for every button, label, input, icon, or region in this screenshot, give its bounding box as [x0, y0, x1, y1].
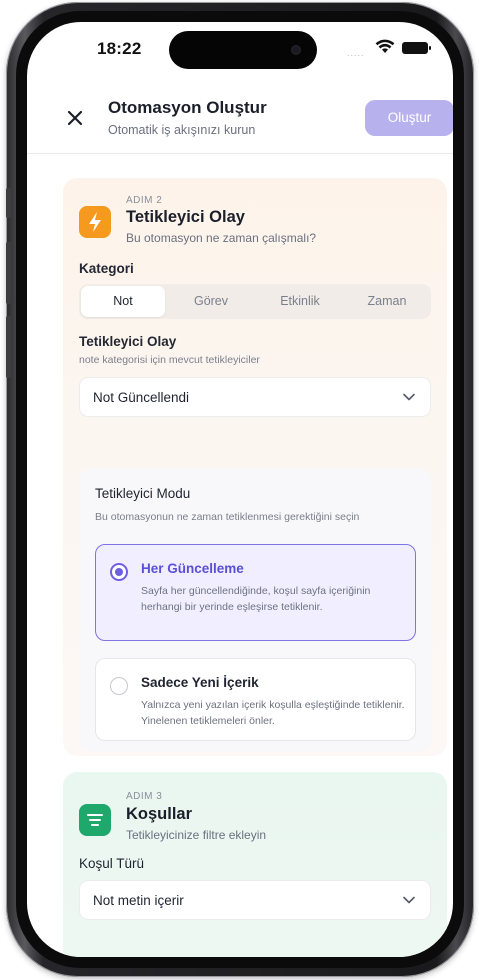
- radio-every-update[interactable]: [110, 563, 128, 581]
- step3-card: ADIM 3 Koşullar Tetikleyicinize filtre e…: [63, 772, 447, 957]
- step2-title: Tetikleyici Olay: [126, 208, 245, 226]
- step2-card: ADIM 2 Tetikleyici Olay Bu otomasyon ne …: [63, 178, 447, 756]
- trigger-mode-title: Tetikleyici Modu: [95, 486, 191, 501]
- mute-switch: [6, 188, 11, 218]
- page-title: Otomasyon Oluştur: [108, 98, 267, 117]
- tab-gorev[interactable]: Görev: [169, 286, 253, 317]
- dynamic-island: [169, 31, 317, 69]
- step2-label: ADIM 2: [126, 195, 163, 206]
- header: Otomasyon Oluştur Otomatik iş akışınızı …: [27, 86, 453, 154]
- option-every-update-desc: Sayfa her güncellendiğinde, koşul sayfa …: [141, 585, 371, 613]
- trigger-mode-box: Tetikleyici Modu Bu otomasyonun ne zaman…: [79, 468, 431, 752]
- create-button[interactable]: Oluştur: [365, 100, 453, 136]
- filter-lines-icon: [87, 814, 103, 826]
- radio-new-content[interactable]: [110, 677, 128, 695]
- status-bar: 18:22 .....: [27, 22, 453, 82]
- cellular-signal-icon: .....: [347, 48, 365, 58]
- lightning-icon: [89, 212, 101, 232]
- battery-icon: [402, 42, 431, 54]
- chevron-down-icon: [403, 896, 415, 904]
- page-subtitle: Otomatik iş akışınızı kurun: [108, 123, 256, 137]
- trigger-label: Tetikleyici Olay: [79, 334, 177, 349]
- status-time: 18:22: [97, 39, 142, 58]
- condition-type-label: Koşul Türü: [79, 856, 145, 871]
- step3-subtitle: Tetikleyicinize filtre ekleyin: [126, 828, 267, 842]
- camera-icon: [291, 45, 301, 55]
- option-new-content-title: Sadece Yeni İçerik: [141, 675, 259, 690]
- step2-subtitle: Bu otomasyon ne zaman çalışmalı?: [126, 231, 317, 245]
- volume-down-button: [6, 316, 11, 378]
- close-icon[interactable]: [65, 108, 85, 128]
- trigger-select-value: Not Güncellendi: [93, 390, 190, 405]
- step3-label: ADIM 3: [126, 791, 163, 802]
- screen: 18:22 ..... Otomasyon Oluştur Otomatik i…: [27, 22, 453, 957]
- category-label: Kategori: [79, 261, 134, 276]
- condition-type-select[interactable]: Not metin içerir: [79, 880, 431, 920]
- step2-icon-badge: [79, 206, 111, 238]
- category-segmented-control: Not Görev Etkinlik Zaman: [79, 284, 431, 319]
- wifi-icon: [375, 39, 395, 53]
- option-every-update-title: Her Güncelleme: [141, 561, 244, 576]
- tab-zaman[interactable]: Zaman: [345, 286, 429, 317]
- option-new-content[interactable]: Sadece Yeni İçerik Yalnızca yeni yazılan…: [95, 658, 416, 741]
- step3-icon-badge: [79, 804, 111, 836]
- trigger-mode-hint: Bu otomasyonun ne zaman tetiklenmesi ger…: [95, 511, 360, 523]
- tab-not[interactable]: Not: [81, 286, 165, 317]
- trigger-select[interactable]: Not Güncellendi: [79, 377, 431, 417]
- tab-etkinlik[interactable]: Etkinlik: [257, 286, 343, 317]
- volume-up-button: [6, 242, 11, 304]
- step3-title: Koşullar: [126, 805, 193, 823]
- option-new-content-desc: Yalnızca yeni yazılan içerik koşulla eşl…: [141, 699, 405, 727]
- chevron-down-icon: [403, 393, 415, 401]
- phone-frame: 18:22 ..... Otomasyon Oluştur Otomatik i…: [6, 2, 474, 977]
- trigger-hint: note kategorisi için mevcut tetikleyicil…: [79, 354, 260, 366]
- condition-type-value: Not metin içerir: [93, 893, 184, 908]
- option-every-update[interactable]: Her Güncelleme Sayfa her güncellendiğind…: [95, 544, 416, 641]
